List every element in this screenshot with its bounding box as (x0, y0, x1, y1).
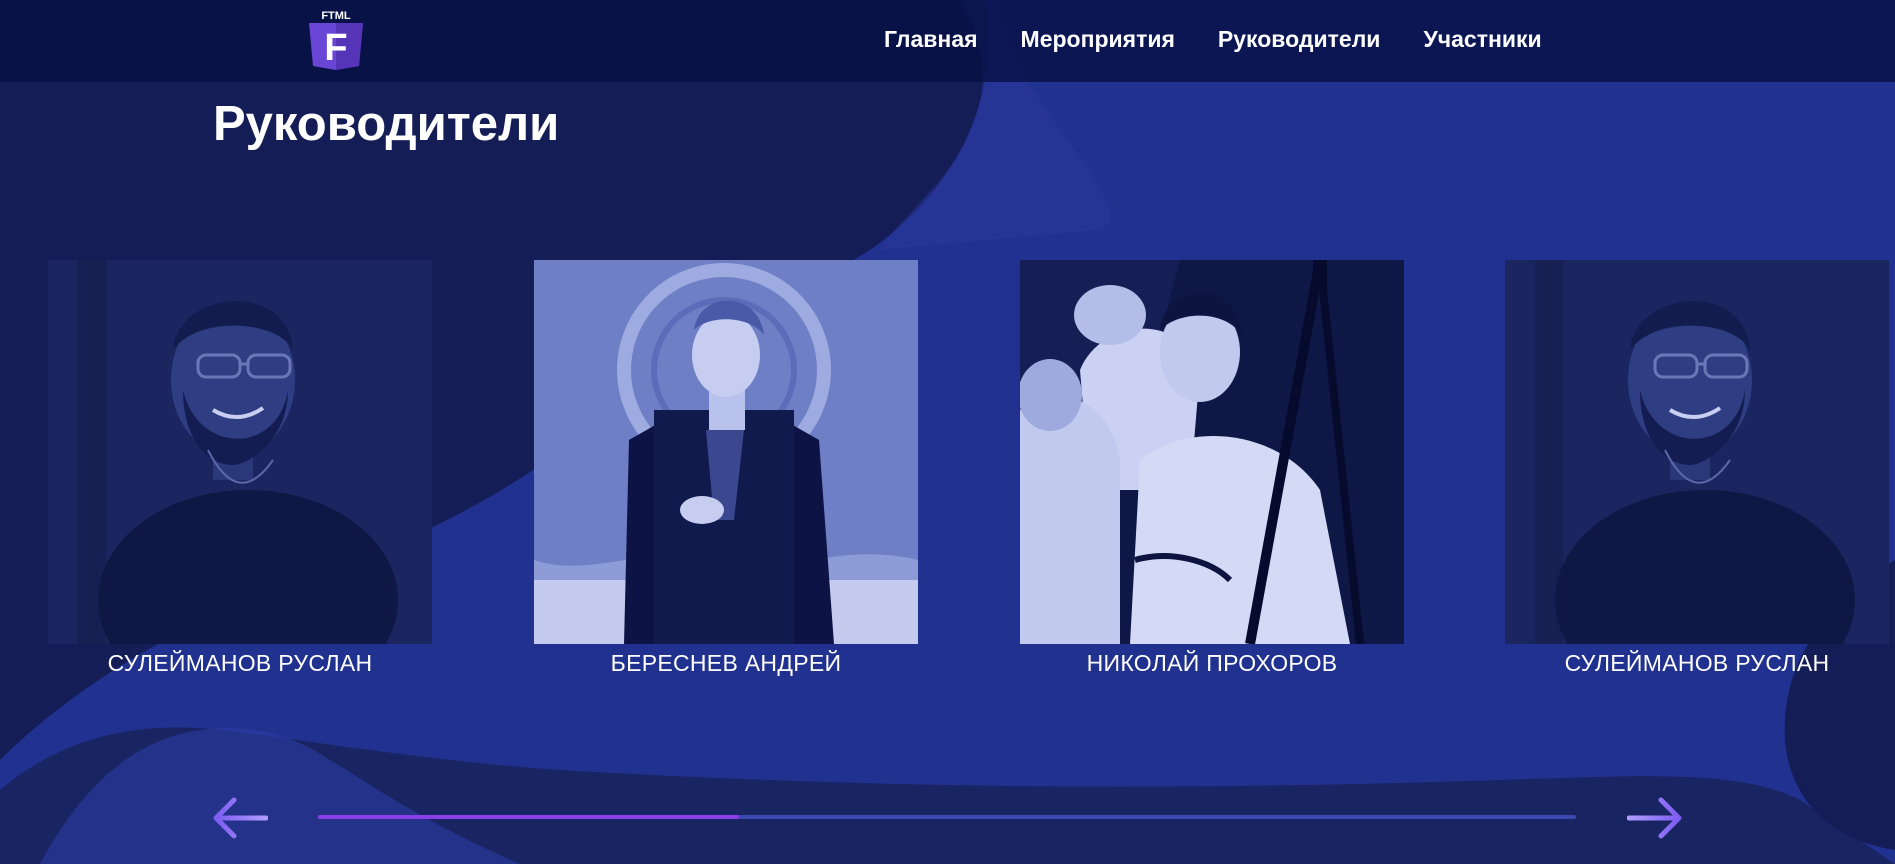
carousel-progress-fill (318, 815, 740, 819)
leader-name: СУЛЕЙМАНОВ РУСЛАН (1564, 650, 1830, 676)
leader-photo (1505, 260, 1889, 644)
leader-photo (1020, 260, 1404, 644)
carousel-progress-track[interactable] (318, 815, 1576, 819)
nav-leaders[interactable]: Руководители (1218, 26, 1381, 53)
arrow-right-icon[interactable] (1627, 796, 1683, 840)
leader-card[interactable]: СУЛЕЙМАНОВ РУСЛАН (1505, 260, 1889, 677)
nav-participants[interactable]: Участники (1423, 26, 1541, 53)
nav-home[interactable]: Главная (884, 26, 978, 53)
ftml-logo[interactable]: FTML F (305, 8, 367, 70)
leader-photo (48, 260, 432, 644)
leader-card[interactable]: БЕРЕСНЕВ АНДРЕЙ (534, 260, 918, 677)
leader-photo (534, 260, 918, 644)
leader-card[interactable]: НИКОЛАЙ ПРОХОРОВ (1020, 260, 1404, 677)
page-title: Руководители (213, 97, 560, 151)
site-header: FTML F Главная Мероприятия Руководители … (0, 0, 1895, 82)
leader-name: СУЛЕЙМАНОВ РУСЛАН (107, 650, 373, 676)
leader-name: НИКОЛАЙ ПРОХОРОВ (1086, 650, 1338, 676)
leader-card[interactable]: СУЛЕЙМАНОВ РУСЛАН (48, 260, 432, 677)
leaders-carousel: СУЛЕЙМАНОВ РУСЛАН БЕРЕСНЕВ АНДРЕЙ НИКОЛА… (0, 260, 1895, 680)
arrow-left-icon[interactable] (212, 796, 268, 840)
main-nav: Главная Мероприятия Руководители Участни… (884, 26, 1542, 53)
logo-letter: F (324, 27, 347, 69)
logo-text: FTML (321, 10, 351, 22)
nav-events[interactable]: Мероприятия (1021, 26, 1175, 53)
leader-name: БЕРЕСНЕВ АНДРЕЙ (610, 650, 842, 676)
